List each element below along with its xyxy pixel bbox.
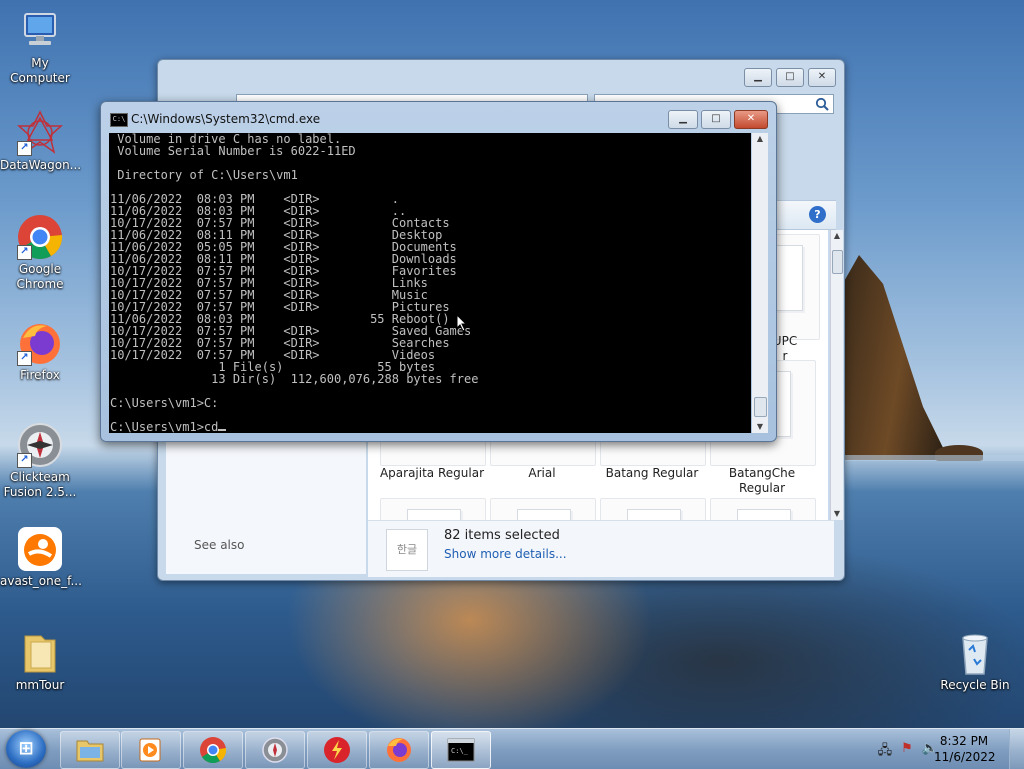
font-name: Aparajita Regular xyxy=(379,466,485,480)
details-pane: 한글 82 items selected Show more details..… xyxy=(368,520,834,577)
text-cursor xyxy=(218,429,227,431)
firefox-icon xyxy=(387,738,411,762)
font-name: BatangChe Regular xyxy=(728,466,796,495)
start-button[interactable]: ⊞ xyxy=(6,730,46,768)
search-icon xyxy=(815,97,829,111)
taskbar-button-media-player[interactable] xyxy=(121,731,181,769)
taskbar: ⊞ C:\_ 🖧 ⚑ 🔈 8:32 PM 11/6/2022 xyxy=(0,728,1024,769)
cmd-window[interactable]: C:\ C:\Windows\System32\cmd.exe ▁ □ ✕ Vo… xyxy=(100,101,777,442)
clock[interactable]: 8:32 PM 11/6/2022 xyxy=(934,733,996,765)
cmd-scrollbar[interactable]: ▲ ▼ xyxy=(752,133,768,433)
scroll-up-icon[interactable]: ▲ xyxy=(831,230,843,242)
desktop-icon-label: My Computer xyxy=(10,56,70,85)
chrome-icon: ↗ xyxy=(17,214,63,260)
show-desktop-button[interactable] xyxy=(1009,729,1024,769)
media-player-icon xyxy=(139,738,161,762)
desktop-icon-recycle-bin[interactable]: Recycle Bin xyxy=(935,630,1015,693)
shortcut-arrow-icon: ↗ xyxy=(17,453,32,468)
chrome-icon xyxy=(200,737,227,764)
cmd-caption-buttons: ▁ □ ✕ xyxy=(668,110,768,129)
show-more-details-link[interactable]: Show more details... xyxy=(444,547,567,561)
font-tile[interactable] xyxy=(600,498,706,520)
cmd-window-title: C:\Windows\System32\cmd.exe xyxy=(131,112,321,126)
desktop-icon-datawagon[interactable]: ↗ DataWagon... xyxy=(0,110,82,173)
font-name: Arial xyxy=(528,466,556,480)
shortcut-arrow-icon: ↗ xyxy=(17,141,32,156)
taskbar-button-cmd[interactable]: C:\_ xyxy=(431,731,491,769)
console-prompt: C:\Users\vm1>cd xyxy=(110,420,219,433)
shortcut-arrow-icon: ↗ xyxy=(17,351,32,366)
desktop-icon-firefox[interactable]: ↗ Firefox xyxy=(0,320,80,383)
datawagon-icon: ↗ xyxy=(17,110,63,156)
cmd-icon: C:\_ xyxy=(447,738,475,762)
font-tile[interactable] xyxy=(710,498,816,520)
desktop-icon-label: mmTour xyxy=(15,678,65,692)
desktop-icon-avast[interactable]: avast_one_f... xyxy=(0,526,82,589)
explorer-minimize-button[interactable]: ▁ xyxy=(744,68,772,87)
explorer-icon xyxy=(76,740,104,762)
selected-count: 82 items selected xyxy=(444,528,560,543)
system-tray: 🖧 ⚑ 🔈 xyxy=(878,741,938,763)
taskbar-button-chrome[interactable] xyxy=(183,731,243,769)
flash-icon xyxy=(324,737,350,763)
taskbar-button-explorer[interactable] xyxy=(60,731,120,769)
desktop-icon-label: Firefox xyxy=(20,368,60,382)
scrollbar-thumb[interactable] xyxy=(754,397,767,417)
cmd-minimize-button[interactable]: ▁ xyxy=(668,110,698,129)
computer-icon xyxy=(17,8,63,54)
explorer-close-button[interactable]: ✕ xyxy=(808,68,836,87)
desktop-icon-label: Recycle Bin xyxy=(940,678,1010,692)
wallpaper-horizon xyxy=(844,455,1024,461)
explorer-scrollbar[interactable]: ▲ ▼ xyxy=(830,230,843,520)
desktop-icon-label: Clickteam Fusion 2.5... xyxy=(3,470,77,499)
cmd-close-button[interactable]: ✕ xyxy=(734,110,768,129)
folder-icon xyxy=(17,630,63,676)
console-prompt-line[interactable]: C:\Users\vm1>cd xyxy=(109,421,751,433)
clickteam-icon xyxy=(262,737,288,763)
font-thumbnail: 한글 xyxy=(386,529,428,571)
action-center-icon[interactable]: ⚑ xyxy=(901,741,913,763)
scroll-down-icon[interactable]: ▼ xyxy=(831,508,843,520)
console-text: Volume in drive C has no label. Volume S… xyxy=(110,133,479,410)
taskbar-button-firefox[interactable] xyxy=(369,731,429,769)
taskbar-button-flash[interactable] xyxy=(307,731,367,769)
see-also-label: See also xyxy=(194,538,245,552)
mouse-pointer-icon xyxy=(456,314,468,332)
taskbar-button-clickteam[interactable] xyxy=(245,731,305,769)
desktop-icon-label: avast_one_f... xyxy=(0,574,82,588)
explorer-caption-buttons: ▁ □ ✕ xyxy=(744,68,836,87)
shortcut-arrow-icon: ↗ xyxy=(17,245,32,260)
scroll-up-icon[interactable]: ▲ xyxy=(752,133,768,145)
console-output[interactable]: Volume in drive C has no label. Volume S… xyxy=(109,133,751,433)
scrollbar-thumb[interactable] xyxy=(832,250,843,274)
help-icon[interactable]: ? xyxy=(809,206,826,223)
wallpaper-rock xyxy=(845,255,945,460)
clickteam-icon: ↗ xyxy=(17,422,63,468)
clock-date: 11/6/2022 xyxy=(934,750,996,764)
desktop-icon-clickteam[interactable]: ↗ Clickteam Fusion 2.5... xyxy=(0,422,80,500)
clock-time: 8:32 PM xyxy=(939,734,989,748)
desktop-icon-label: DataWagon... xyxy=(0,158,82,172)
font-name: Batang Regular xyxy=(605,466,699,480)
desktop-icon-my-computer[interactable]: My Computer xyxy=(0,8,80,86)
cmd-maximize-button[interactable]: □ xyxy=(701,110,731,129)
svg-text:C:\_: C:\_ xyxy=(451,747,469,755)
desktop-icon-mmtour[interactable]: mmTour xyxy=(0,630,80,693)
desktop-icon-google-chrome[interactable]: ↗ Google Chrome xyxy=(0,214,80,292)
avast-icon xyxy=(17,526,63,572)
recycle-bin-icon xyxy=(952,630,998,676)
font-tile[interactable] xyxy=(490,498,596,520)
font-tile[interactable] xyxy=(380,498,486,520)
cmd-icon: C:\ xyxy=(110,113,128,127)
explorer-maximize-button[interactable]: □ xyxy=(776,68,804,87)
windows-logo-icon: ⊞ xyxy=(18,738,34,759)
scroll-down-icon[interactable]: ▼ xyxy=(752,421,768,433)
desktop-icon-label: Google Chrome xyxy=(16,262,64,291)
network-icon[interactable]: 🖧 xyxy=(878,741,893,763)
firefox-icon: ↗ xyxy=(17,320,63,366)
